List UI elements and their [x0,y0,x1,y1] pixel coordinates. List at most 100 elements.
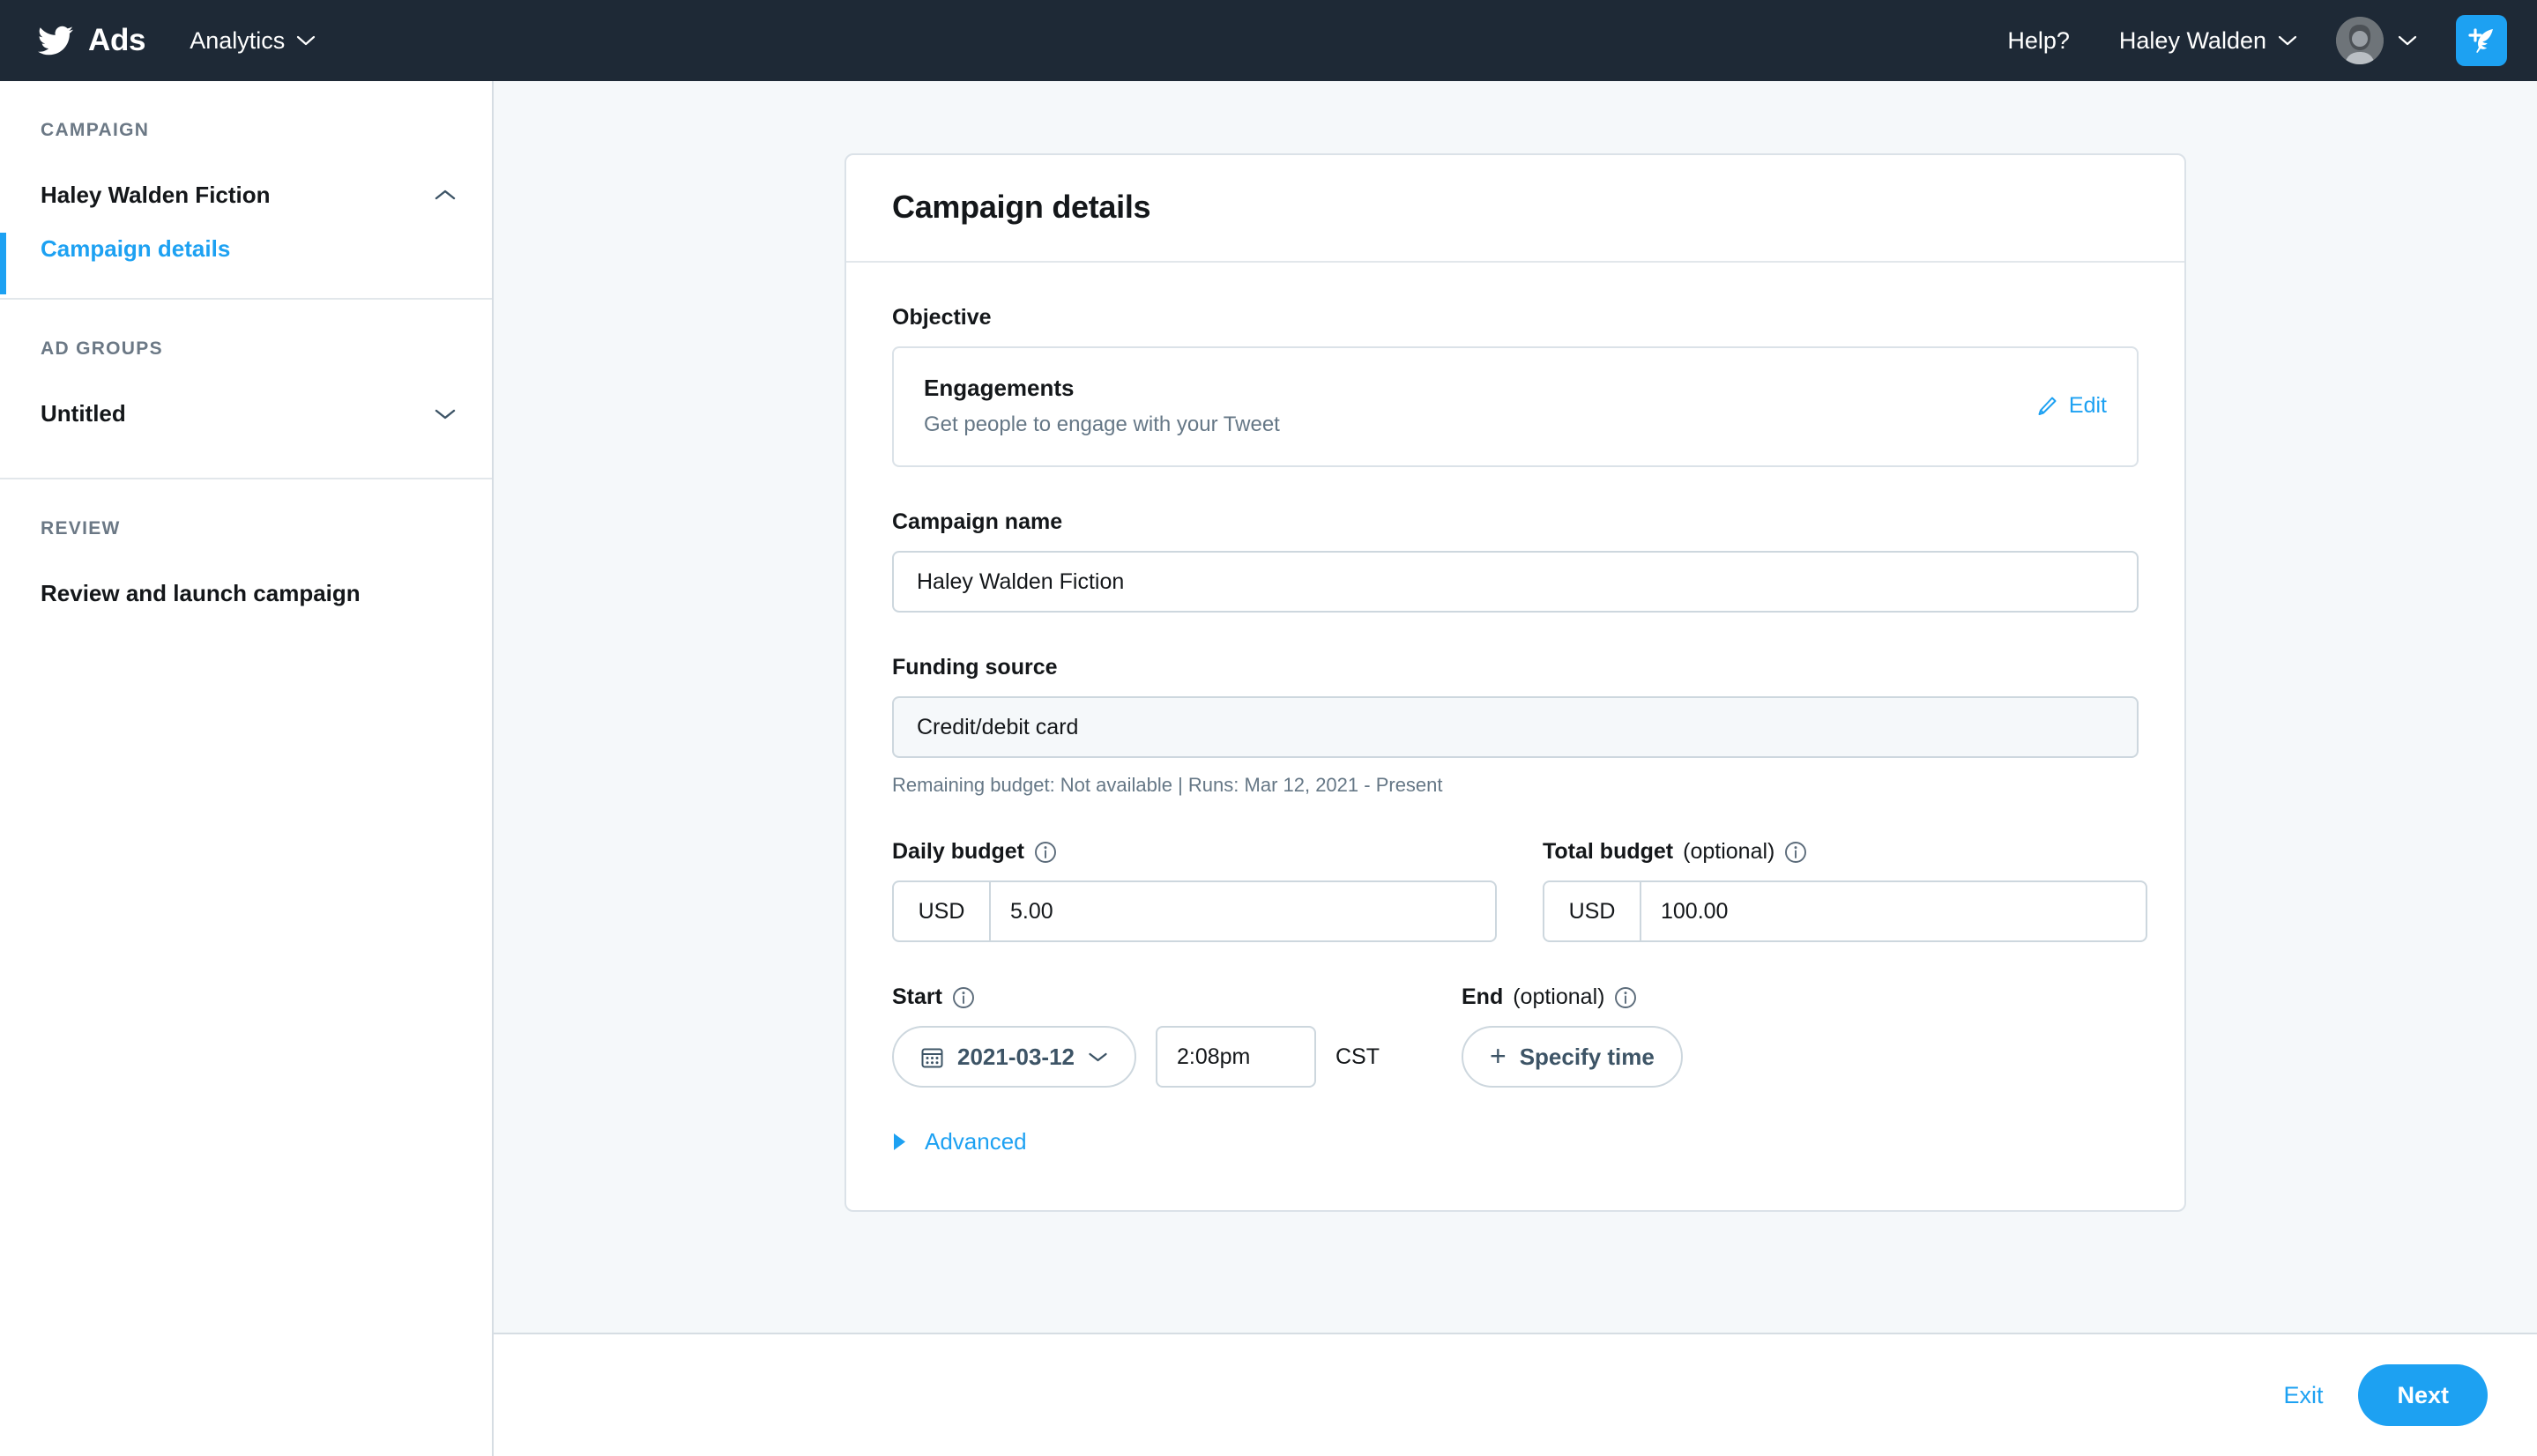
sidebar-item-review-and-launch[interactable]: Review and launch campaign [0,559,492,628]
calendar-icon [920,1045,944,1069]
chevron-down-icon [2398,35,2417,47]
chevron-up-icon [434,189,457,202]
daily-budget-currency: USD [894,882,991,940]
sidebar-ad-group-items: Untitled [0,360,492,478]
campaign-wizard-sidebar: CAMPAIGN Haley Walden Fiction Campaign d… [0,81,494,1456]
budget-row: Daily budget USD [892,839,2139,942]
compose-tweet-button[interactable] [2456,15,2507,66]
avatar [2336,17,2384,64]
brand-logo[interactable]: Ads [35,23,145,58]
specify-end-time-label: Specify time [1520,1044,1655,1071]
chevron-down-icon [296,35,316,47]
main-scroll-region: Campaign details Objective Engagements G… [494,81,2537,1333]
compose-feather-icon [2464,23,2499,58]
sidebar-heading-campaign: CAMPAIGN [0,81,492,141]
total-budget-optional-suffix: (optional) [1683,839,1774,865]
campaign-details-card: Campaign details Objective Engagements G… [844,153,2186,1212]
start-field-group: Start [892,984,1462,1088]
sidebar-section-ad-groups: AD GROUPS Untitled [0,300,492,479]
end-label: End (optional) [1462,984,1683,1010]
nav-analytics-label: Analytics [190,27,285,55]
start-date-picker-button[interactable]: 2021-03-12 [892,1026,1136,1088]
total-budget-currency: USD [1544,882,1641,940]
start-timezone-label: CST [1335,1044,1380,1070]
total-budget-input[interactable] [1641,882,2146,940]
start-date-value: 2021-03-12 [957,1044,1075,1071]
objective-label: Objective [892,305,2139,331]
total-budget-label: Total budget (optional) [1543,839,2147,865]
sidebar-item-campaign-details[interactable]: Campaign details [0,229,492,298]
start-time-input[interactable] [1156,1026,1316,1088]
sidebar-section-campaign: CAMPAIGN Haley Walden Fiction Campaign d… [0,81,492,300]
sidebar-heading-review: REVIEW [0,479,492,539]
nav-analytics-menu[interactable]: Analytics [190,27,316,55]
info-icon[interactable] [1034,841,1057,864]
sidebar-heading-ad-groups: AD GROUPS [0,300,492,360]
info-icon[interactable] [1784,841,1807,864]
daily-budget-input-group: USD [892,880,1497,942]
daily-budget-field-group: Daily budget USD [892,839,1497,942]
next-button[interactable]: Next [2358,1364,2488,1426]
exit-button[interactable]: Exit [2283,1382,2323,1409]
total-budget-input-group: USD [1543,880,2147,942]
objective-label-text: Objective [892,305,992,331]
info-icon[interactable] [1614,986,1637,1009]
chevron-down-icon [434,407,457,420]
sidebar-section-review: REVIEW Review and launch campaign [0,479,492,628]
funding-source-helper-text: Remaining budget: Not available | Runs: … [892,774,2139,797]
avatar-menu[interactable] [2336,17,2417,64]
account-name-label: Haley Walden [2119,27,2266,55]
end-optional-suffix: (optional) [1513,984,1604,1010]
sidebar-campaign-items: Haley Walden Fiction Campaign details [0,141,492,298]
campaign-name-label-text: Campaign name [892,509,1062,535]
chevron-down-icon [1088,1051,1108,1063]
funding-source-label: Funding source [892,655,2139,680]
sidebar-item-label: Review and launch campaign [41,580,457,607]
sidebar-item-label: Untitled [41,400,434,427]
page-title: Campaign details [892,189,2139,226]
total-budget-label-text: Total budget [1543,839,1673,865]
campaign-name-field-group: Campaign name [892,509,2139,613]
total-budget-field-group: Total budget (optional) USD [1543,839,2147,942]
plus-icon: + [1490,1042,1507,1070]
sidebar-item-untitled[interactable]: Untitled [0,379,492,448]
campaign-name-input[interactable] [892,551,2139,613]
edit-objective-button[interactable]: Edit [2035,393,2107,419]
edit-objective-label: Edit [2069,393,2107,419]
specify-end-time-button[interactable]: + Specify time [1462,1026,1683,1088]
chevron-down-icon [2278,35,2297,47]
objective-text-group: Engagements Get people to engage with yo… [924,375,2035,437]
end-label-text: End [1462,984,1503,1010]
objective-box: Engagements Get people to engage with yo… [892,346,2139,467]
campaign-name-label: Campaign name [892,509,2139,535]
pencil-icon [2035,395,2058,418]
funding-source-label-text: Funding source [892,655,1058,680]
daily-budget-label-text: Daily budget [892,839,1024,865]
start-controls: 2021-03-12 CST [892,1026,1462,1088]
advanced-label: Advanced [925,1128,1027,1155]
info-icon[interactable] [952,986,975,1009]
wizard-footer: Exit Next [494,1333,2537,1456]
advanced-toggle[interactable]: Advanced [892,1128,1027,1155]
sidebar-item-haley-walden-fiction[interactable]: Haley Walden Fiction [0,160,492,229]
objective-description: Get people to engage with your Tweet [924,412,2035,437]
objective-name: Engagements [924,375,2035,402]
top-navigation-bar: Ads Analytics Help? Haley Walden [0,0,2537,81]
daily-budget-input[interactable] [991,882,1495,940]
help-link[interactable]: Help? [2007,27,2070,55]
start-label-text: Start [892,984,942,1010]
twitter-bird-icon [35,23,76,58]
topbar-right-group: Help? Haley Walden [2007,15,2507,66]
sidebar-item-label: Campaign details [41,235,457,263]
sidebar-item-label: Haley Walden Fiction [41,182,434,209]
card-header: Campaign details [846,155,2184,263]
card-body: Objective Engagements Get people to enga… [846,263,2184,1210]
account-menu[interactable]: Haley Walden [2119,27,2297,55]
funding-source-input[interactable] [892,696,2139,758]
start-label: Start [892,984,1462,1010]
avatar-image [2336,17,2384,64]
end-field-group: End (optional) + Specify time [1462,984,1683,1088]
funding-source-field-group: Funding source Remaining budget: Not ava… [892,655,2139,797]
app-shell: CAMPAIGN Haley Walden Fiction Campaign d… [0,81,2537,1456]
triangle-right-icon [892,1133,907,1151]
